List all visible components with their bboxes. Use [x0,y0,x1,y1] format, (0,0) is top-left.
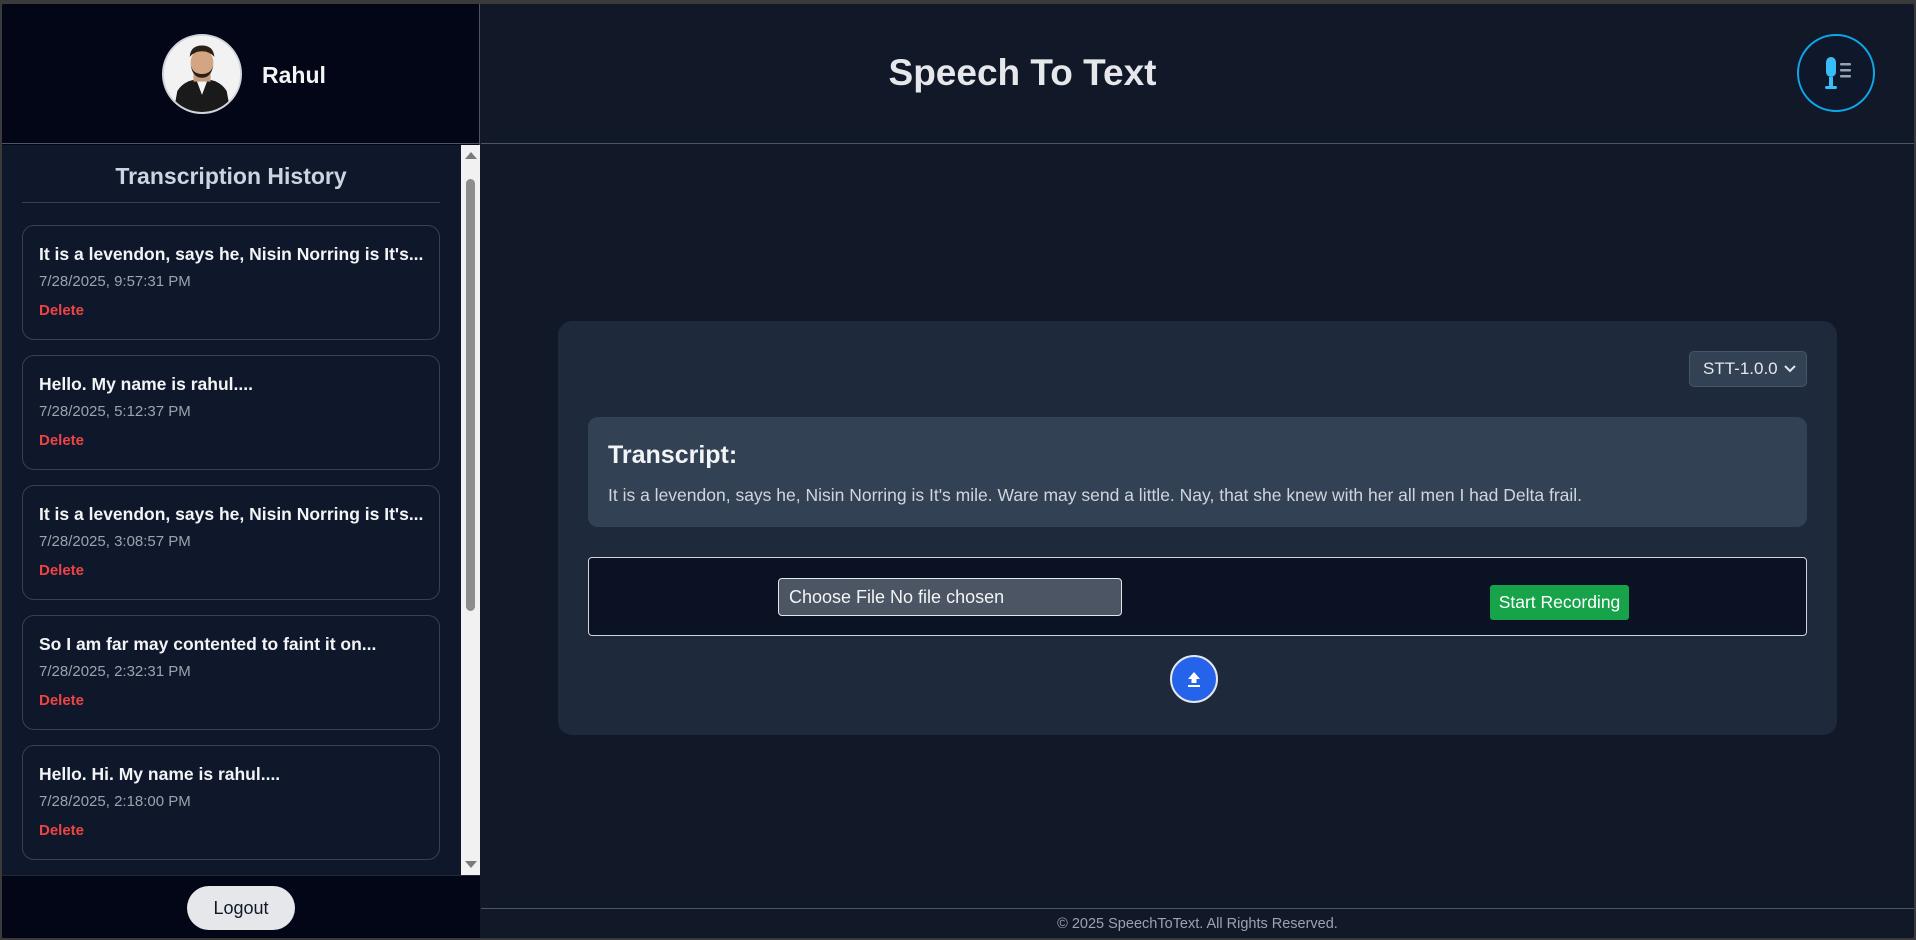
delete-button[interactable]: Delete [39,302,84,319]
avatar[interactable] [162,34,242,114]
history-item-text: It is a levendon, says he, Nisin Norring… [39,504,424,524]
history-item-text: Hello. Hi. My name is rahul.... [39,764,281,784]
delete-button[interactable]: Delete [39,692,84,709]
history-item-text: Hello. My name is rahul.... [39,374,253,394]
logout-button[interactable]: Logout [187,886,295,930]
user-name: Rahul [262,62,326,88]
transcript-text: It is a levendon, says he, Nisin Norring… [608,485,1583,505]
history-item[interactable]: So I am far may contented to faint it on… [22,615,440,730]
history-item-date: 7/28/2025, 2:18:00 PM [39,793,191,810]
main-area: Speech To Text STT-1.0.0 Transcript: It … [481,4,1914,938]
scroll-up-arrow-icon[interactable] [465,152,477,159]
chevron-down-icon [1784,365,1796,373]
history-item-text: It is a levendon, says he, Nisin Norring… [39,244,424,264]
model-select-value: STT-1.0.0 [1703,359,1778,378]
transcription-card: STT-1.0.0 Transcript: It is a levendon, … [558,321,1837,735]
history-title: Transcription History [22,163,440,203]
microphone-menu-icon [1825,57,1851,89]
footer: © 2025 SpeechToText. All Rights Reserved… [481,908,1914,938]
transcript-title: Transcript: [608,441,738,469]
sidebar-footer: Logout [2,875,480,938]
history-item-text: So I am far may contented to faint it on… [39,634,377,654]
scroll-down-arrow-icon[interactable] [465,861,477,868]
history-list: It is a levendon, says he, Nisin Norring… [22,225,440,875]
app-window: Rahul Transcription History It is a leve… [2,4,1914,938]
upload-icon [1188,672,1200,687]
transcript-panel: Transcript: It is a levendon, says he, N… [588,417,1807,527]
page-title: Speech To Text [888,52,1157,93]
model-select[interactable]: STT-1.0.0 [1689,351,1807,387]
history-item[interactable]: Hello. Hi. My name is rahul.... 7/28/202… [22,745,440,860]
header: Speech To Text [481,4,1914,144]
transcription-history: Transcription History It is a levendon, … [2,145,480,875]
upload-button[interactable] [1170,655,1218,703]
history-item-date: 7/28/2025, 5:12:37 PM [39,403,191,420]
history-item[interactable]: It is a levendon, says he, Nisin Norring… [22,225,440,340]
start-recording-button[interactable]: Start Recording [1490,585,1629,620]
delete-button[interactable]: Delete [39,432,84,449]
sidebar: Rahul Transcription History It is a leve… [2,4,480,938]
history-item-date: 7/28/2025, 9:57:31 PM [39,273,191,290]
history-item[interactable]: Hello. My name is rahul.... 7/28/2025, 5… [22,355,440,470]
scrollbar-thumb[interactable] [466,179,475,611]
file-input[interactable]: Choose File No file chosen [778,578,1122,616]
history-item-date: 7/28/2025, 2:32:31 PM [39,663,191,680]
delete-button[interactable]: Delete [39,822,84,839]
menu-button[interactable] [1797,34,1875,112]
avatar-image [164,36,240,112]
user-profile: Rahul [2,4,480,144]
history-scrollbar[interactable] [461,145,480,875]
history-item[interactable]: It is a levendon, says he, Nisin Norring… [22,485,440,600]
input-controls: Choose File No file chosen Start Recordi… [588,557,1807,636]
history-item-date: 7/28/2025, 3:08:57 PM [39,533,191,550]
delete-button[interactable]: Delete [39,562,84,579]
